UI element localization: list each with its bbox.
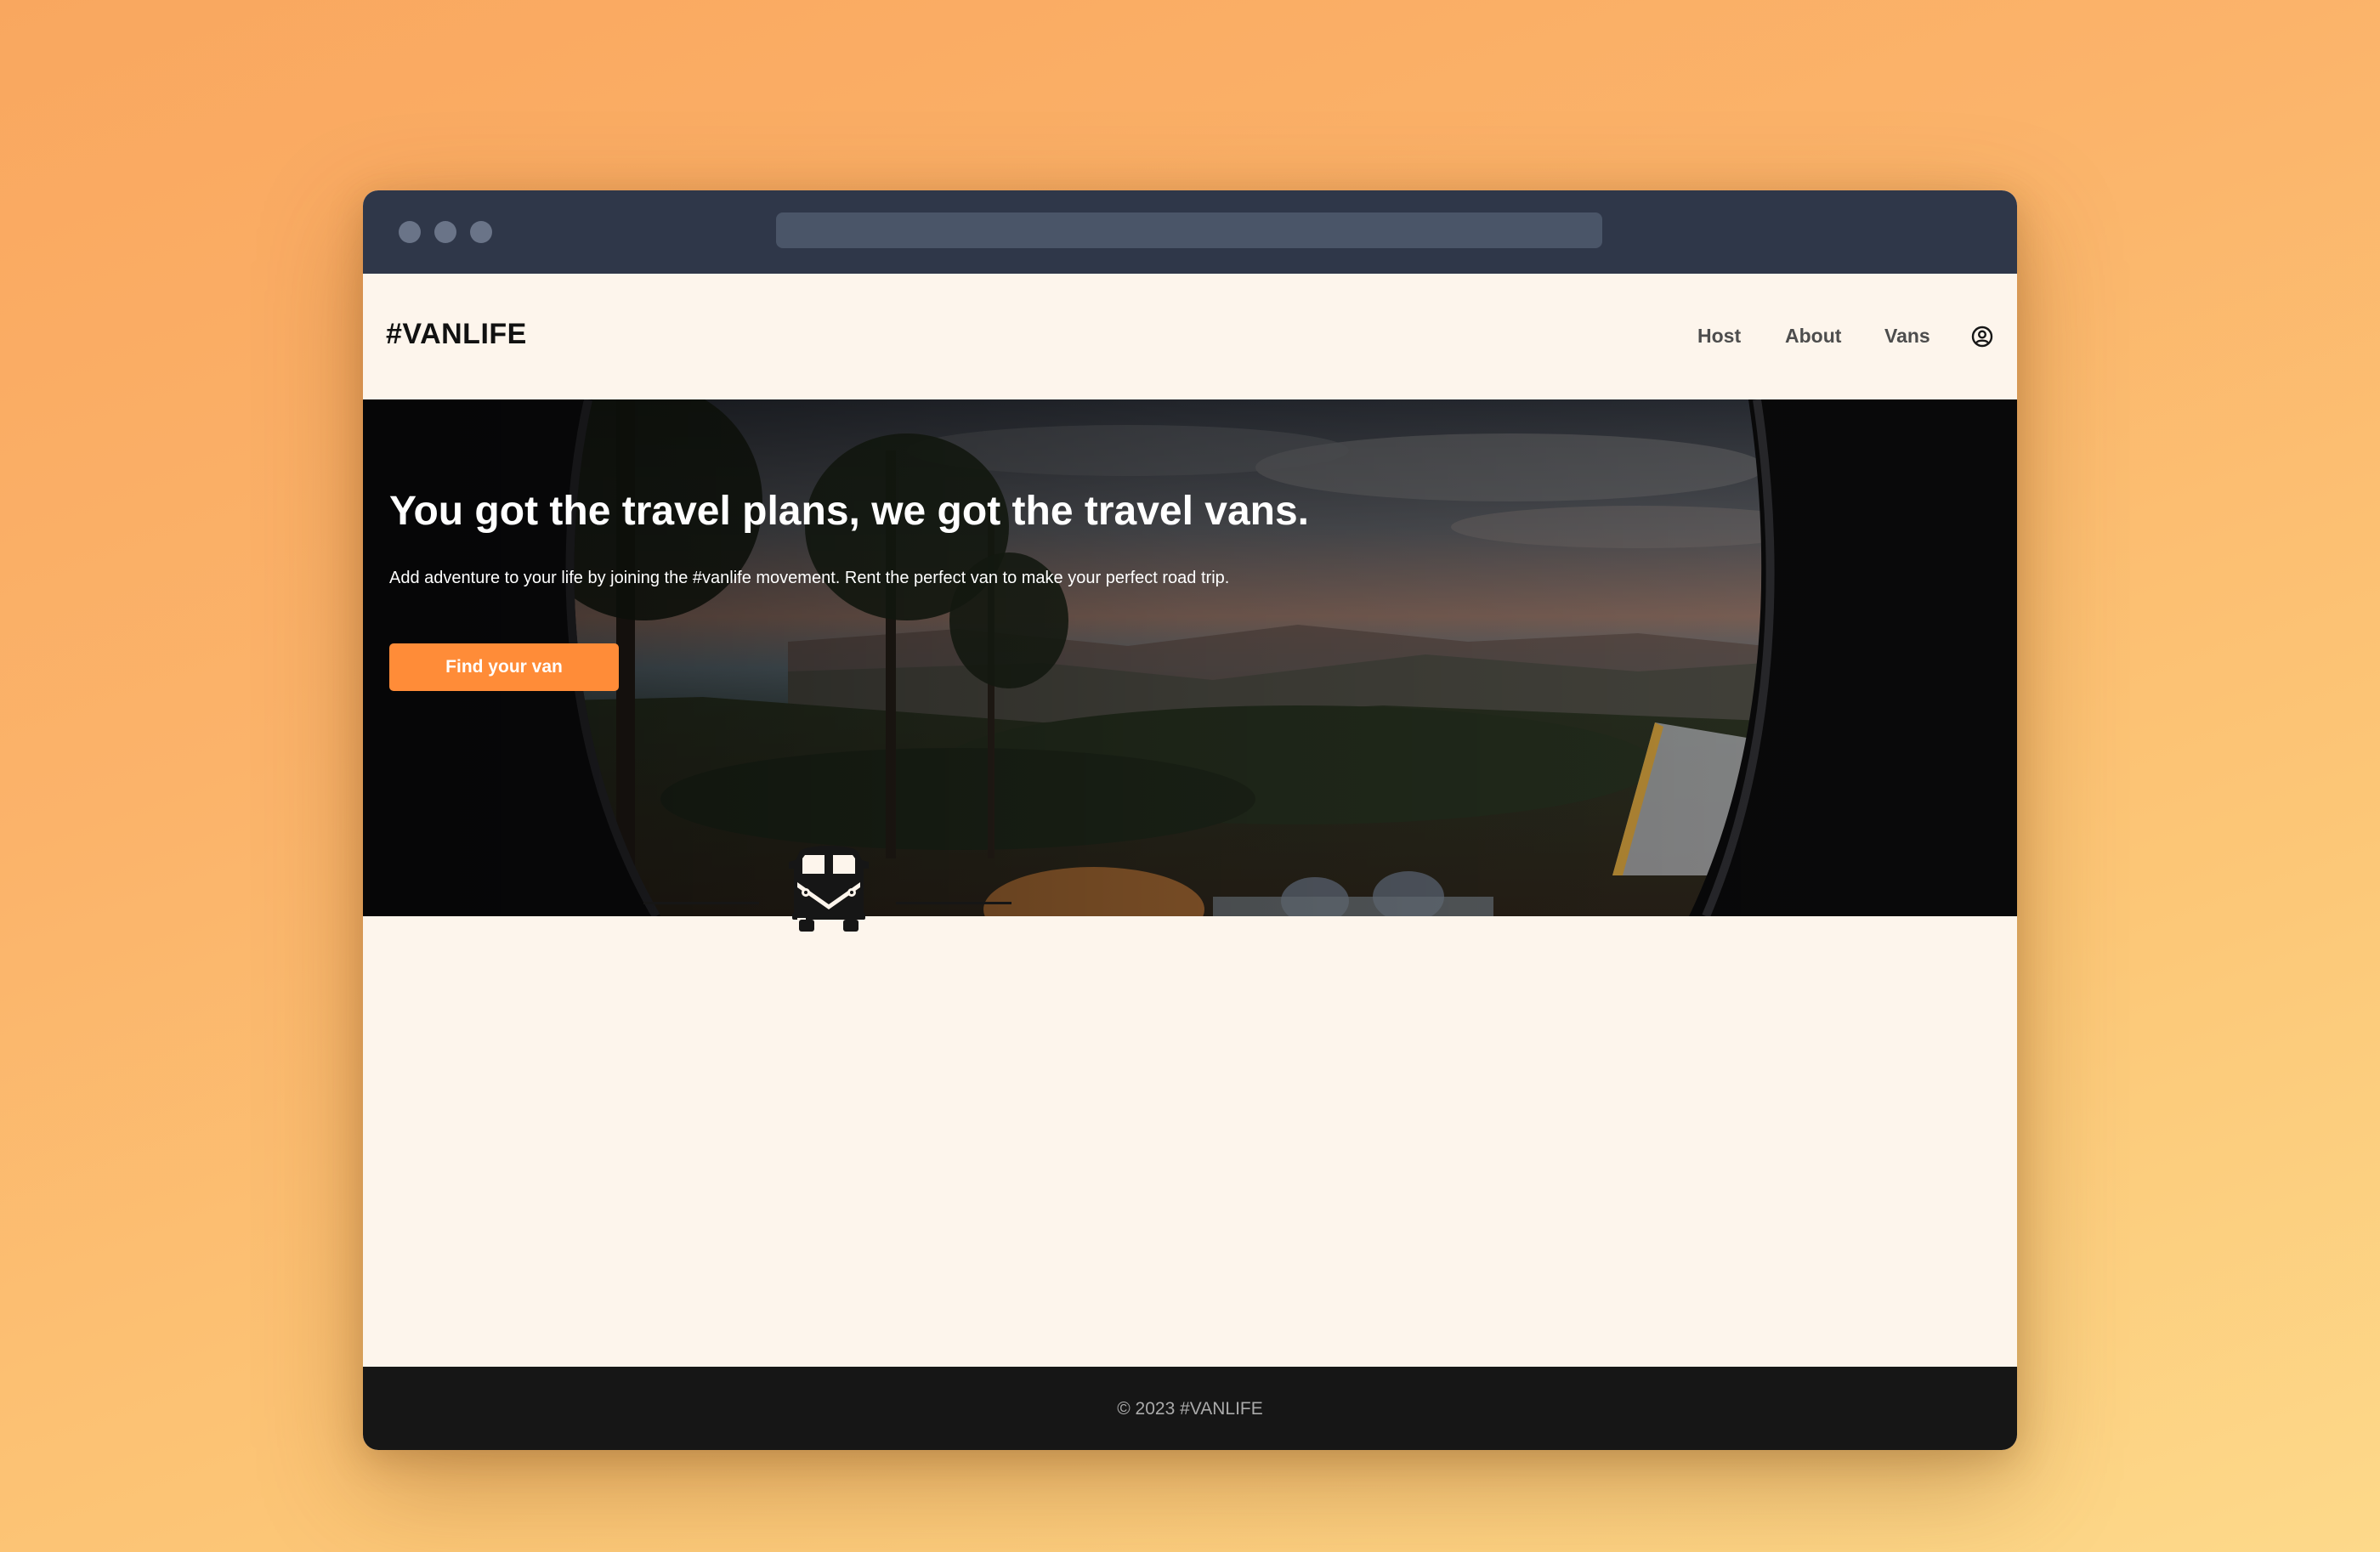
browser-window: #VANLIFE Host About Vans You got the tra… [363,190,2017,1450]
hero-subtitle: Add adventure to your life by joining th… [389,569,1230,587]
site-header: #VANLIFE Host About Vans [363,274,2017,399]
window-close-button[interactable] [399,221,421,243]
find-your-van-button[interactable]: Find your van [389,643,619,691]
nav-link-about[interactable]: About [1785,325,1841,348]
hero-section: You got the travel plans, we got the tra… [363,399,2017,916]
hero-title: You got the travel plans, we got the tra… [389,489,1310,534]
address-bar[interactable] [776,212,1602,248]
camper-van-icon [789,846,869,932]
nav-link-vans[interactable]: Vans [1884,325,1930,348]
divider-left [643,902,759,904]
nav-link-host[interactable]: Host [1697,325,1741,348]
browser-titlebar [363,190,2017,275]
site-logo[interactable]: #VANLIFE [386,318,527,351]
user-circle-icon[interactable] [1971,326,1993,348]
main-content [363,916,2017,1367]
divider-right [896,902,1012,904]
window-maximize-button[interactable] [470,221,492,243]
footer-copyright: © 2023 #VANLIFE [1117,1399,1263,1419]
window-minimize-button[interactable] [434,221,456,243]
site-footer: © 2023 #VANLIFE [363,1367,2017,1450]
